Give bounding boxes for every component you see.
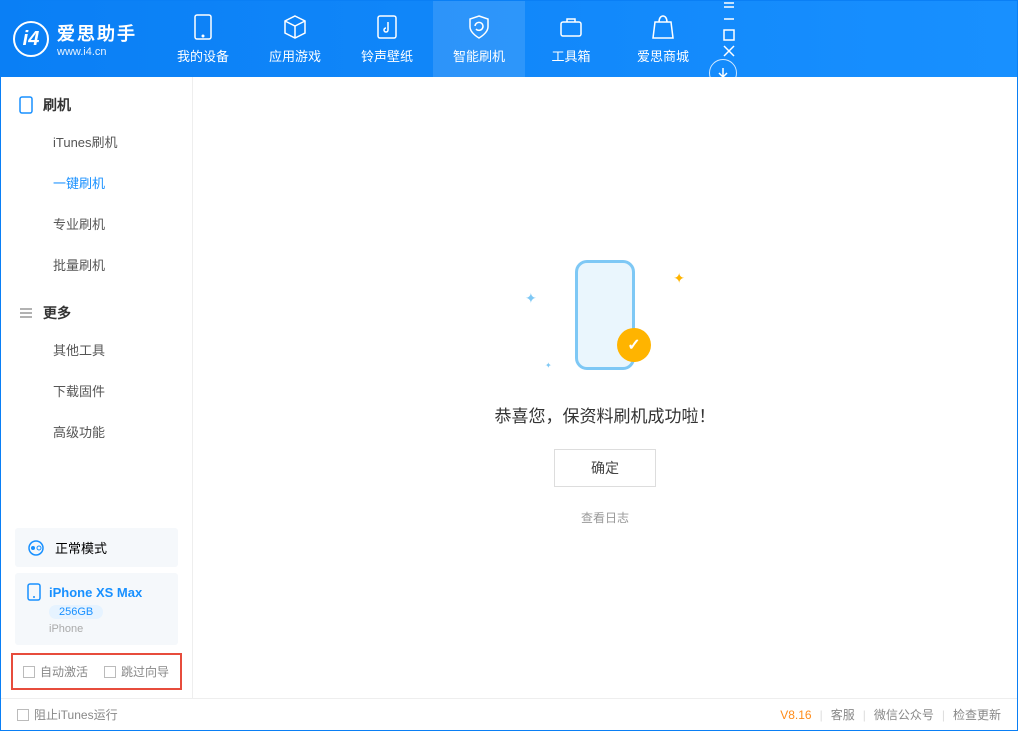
sidebar-batch-flash[interactable]: 批量刷机	[1, 244, 192, 285]
sidebar-one-click-flash[interactable]: 一键刷机	[1, 162, 192, 203]
menu-icon[interactable]	[721, 0, 737, 11]
device-icon	[190, 14, 216, 40]
minimize-button[interactable]	[721, 11, 737, 27]
nav-toolbox[interactable]: 工具箱	[525, 1, 617, 77]
sidebar-download-firmware[interactable]: 下载固件	[1, 370, 192, 411]
nav-apps[interactable]: 应用游戏	[249, 1, 341, 77]
mode-box[interactable]: 正常模式	[15, 528, 178, 567]
app-name: 爱思助手	[57, 20, 137, 46]
version-label: V8.16	[780, 708, 811, 722]
nav-my-device[interactable]: 我的设备	[157, 1, 249, 77]
status-bar: 阻止iTunes运行 V8.16 | 客服 | 微信公众号 | 检查更新	[1, 698, 1017, 730]
cube-icon	[282, 14, 308, 40]
success-message: 恭喜您，保资料刷机成功啦！	[495, 402, 716, 427]
device-name: iPhone XS Max	[49, 585, 142, 600]
briefcase-icon	[558, 14, 584, 40]
ok-button[interactable]: 确定	[554, 449, 656, 487]
sidebar-itunes-flash[interactable]: iTunes刷机	[1, 121, 192, 162]
device-storage: 256GB	[49, 605, 103, 619]
sparkle-icon: ✦	[525, 290, 537, 307]
device-phone-icon	[27, 583, 41, 601]
wechat-link[interactable]: 微信公众号	[874, 706, 934, 723]
mode-icon	[27, 539, 45, 557]
sidebar-section-more: 更多	[1, 303, 192, 329]
sidebar-other-tools[interactable]: 其他工具	[1, 329, 192, 370]
sparkle-icon: ✦	[673, 270, 685, 287]
check-update-link[interactable]: 检查更新	[953, 706, 1001, 723]
sparkle-icon: ✦	[545, 361, 552, 370]
highlighted-options: 自动激活 跳过向导	[11, 653, 182, 690]
device-box[interactable]: iPhone XS Max 256GB iPhone	[15, 573, 178, 645]
support-link[interactable]: 客服	[831, 706, 855, 723]
main-nav: 我的设备 应用游戏 铃声壁纸 智能刷机 工具箱 爱思商城	[157, 1, 709, 77]
app-url: www.i4.cn	[57, 46, 137, 58]
main-content: ✦ ✦ ✦ ✓ 恭喜您，保资料刷机成功啦！ 确定 查看日志	[193, 77, 1017, 698]
sidebar: 刷机 iTunes刷机 一键刷机 专业刷机 批量刷机 更多 其他工具 下载固件 …	[1, 77, 193, 698]
device-type: iPhone	[49, 623, 83, 635]
check-badge-icon: ✓	[617, 328, 651, 362]
nav-ringtones[interactable]: 铃声壁纸	[341, 1, 433, 77]
phone-icon	[19, 96, 33, 114]
title-bar: i4 爱思助手 www.i4.cn 我的设备 应用游戏 铃声壁纸 智能刷机	[1, 1, 1017, 77]
music-file-icon	[374, 14, 400, 40]
nav-smart-flash[interactable]: 智能刷机	[433, 1, 525, 77]
auto-activate-checkbox[interactable]: 自动激活	[23, 663, 88, 680]
sidebar-section-flash: 刷机	[1, 95, 192, 121]
success-illustration: ✦ ✦ ✦ ✓	[515, 250, 695, 380]
close-button[interactable]	[721, 43, 737, 59]
mode-label: 正常模式	[55, 538, 107, 557]
view-log-link[interactable]: 查看日志	[581, 509, 629, 526]
list-icon	[19, 306, 33, 320]
skip-guide-checkbox[interactable]: 跳过向导	[104, 663, 169, 680]
shield-refresh-icon	[466, 14, 492, 40]
sidebar-advanced[interactable]: 高级功能	[1, 411, 192, 452]
app-logo: i4 爱思助手 www.i4.cn	[13, 20, 137, 58]
bag-icon	[650, 14, 676, 40]
nav-store[interactable]: 爱思商城	[617, 1, 709, 77]
maximize-button[interactable]	[721, 27, 737, 43]
sidebar-pro-flash[interactable]: 专业刷机	[1, 203, 192, 244]
block-itunes-checkbox[interactable]: 阻止iTunes运行	[17, 706, 118, 723]
logo-icon: i4	[13, 21, 49, 57]
